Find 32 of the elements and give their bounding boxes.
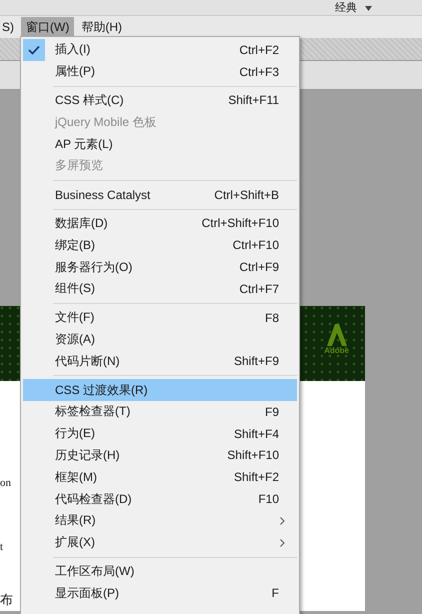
- menu-item[interactable]: 代码片断(N) Shift+F9: [23, 350, 297, 372]
- document-text: 布: [0, 591, 13, 609]
- menu-item[interactable]: 扩展(X): [23, 532, 297, 554]
- menu-item[interactable]: AP 元素(L): [23, 133, 297, 155]
- adobe-logo: Adobe: [324, 324, 349, 355]
- menubar-item[interactable]: S): [0, 17, 19, 37]
- menubar-item[interactable]: 帮助(H): [76, 17, 127, 37]
- menu-item[interactable]: 历史记录(H) Shift+F10: [23, 444, 297, 466]
- menu-item[interactable]: 工作区布局(W): [23, 560, 297, 582]
- menu-item[interactable]: 数据库(D) Ctrl+Shift+F10: [23, 212, 297, 234]
- menu-item[interactable]: 框架(M) Shift+F2: [23, 466, 297, 488]
- menu-item[interactable]: 显示面板(P) F: [23, 582, 297, 604]
- document-text: t: [0, 541, 4, 553]
- document-text: on: [0, 477, 11, 489]
- menu-item[interactable]: 文件(F) F8: [23, 306, 297, 329]
- menu-item[interactable]: Business Catalyst Ctrl+Shift+B: [23, 184, 297, 206]
- menu-item[interactable]: 服务器行为(O) Ctrl+F9: [23, 256, 297, 278]
- menu-item[interactable]: CSS 过渡效果(R): [23, 379, 297, 401]
- workspace-switcher[interactable]: 经典: [335, 2, 372, 15]
- caret-icon: [365, 6, 372, 11]
- menu-item[interactable]: 行为(E) Shift+F4: [23, 422, 297, 445]
- menubar-item[interactable]: 窗口(W): [21, 17, 74, 37]
- menu-item[interactable]: 属性(P) Ctrl+F3: [23, 60, 297, 83]
- menu-item[interactable]: 组件(S) Ctrl+F7: [23, 278, 297, 300]
- menu-item[interactable]: CSS 样式(C) Shift+F11: [23, 90, 297, 112]
- menu-item[interactable]: 代码检查器(D) F10: [23, 488, 297, 510]
- menu-item[interactable]: 结果(R): [23, 510, 297, 532]
- logo-icon: [324, 324, 349, 346]
- menu-item[interactable]: 资源(A): [23, 328, 297, 350]
- menu-item[interactable]: 绑定(B) Ctrl+F10: [23, 234, 297, 256]
- menu-item[interactable]: 标签检查器(T) F9: [23, 400, 297, 423]
- menu-item[interactable]: 插入(I) Ctrl+F2: [23, 39, 297, 61]
